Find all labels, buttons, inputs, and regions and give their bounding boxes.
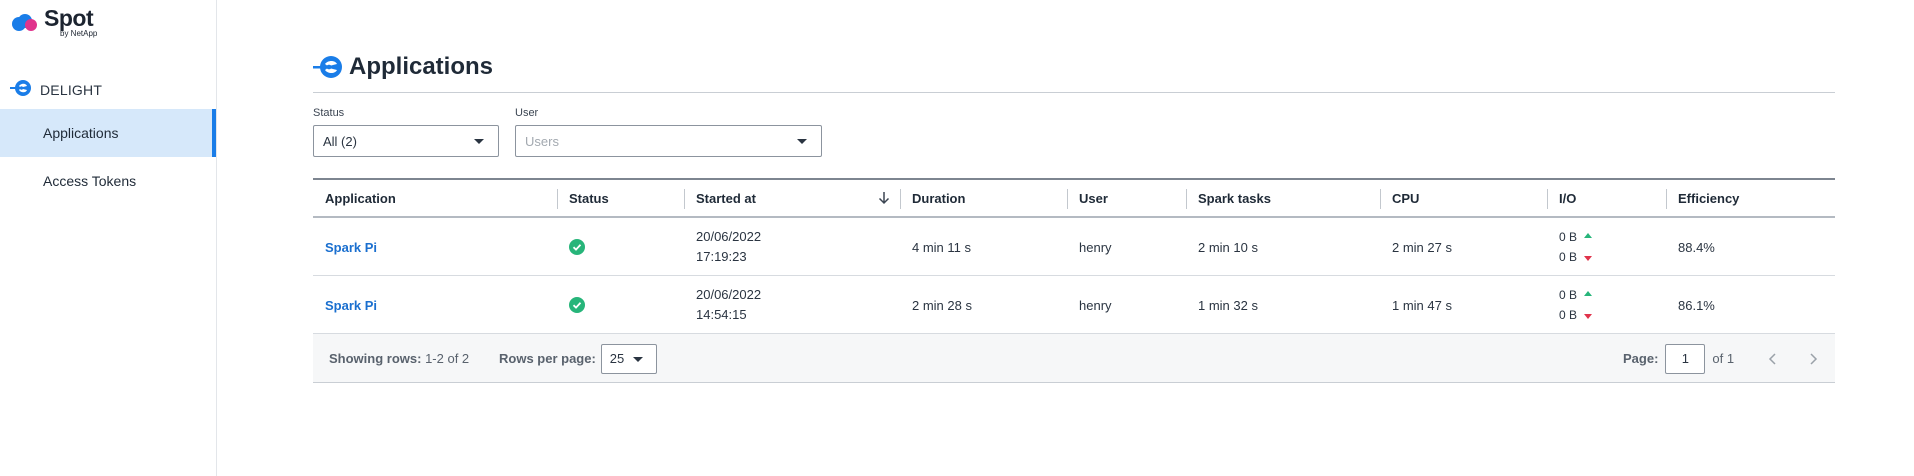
brand-name: Spot (44, 5, 94, 31)
user-filter: User Users (515, 107, 822, 157)
cpu-cell: 1 min 47 s (1392, 297, 1452, 313)
rows-per-page-value: 25 (609, 351, 625, 366)
duration-cell: 2 min 28 s (912, 297, 972, 313)
efficiency-cell: 86.1% (1678, 297, 1715, 313)
user-filter-label: User (515, 107, 539, 119)
spot-logo-icon (10, 12, 40, 34)
started-time: 17:19:23 (696, 249, 747, 264)
check-circle-icon (569, 297, 585, 313)
started-at-cell: 20/06/2022 14:54:15 (684, 276, 761, 334)
started-time: 14:54:15 (696, 307, 747, 322)
section-label: DELIGHT (40, 81, 103, 98)
status-select[interactable]: All (2) (313, 125, 499, 157)
application-link[interactable]: Spark Pi (325, 298, 377, 313)
rows-per-page: Rows per page: 25 (499, 334, 657, 383)
io-in-value: 0 B (1559, 288, 1578, 302)
sidebar-item-applications[interactable]: Applications (0, 109, 216, 157)
page-header: Applications (313, 52, 1835, 93)
column-header-cpu[interactable]: CPU (1380, 180, 1419, 216)
arrow-down-icon (1584, 313, 1593, 319)
column-header-application[interactable]: Application (313, 180, 396, 216)
user-cell: henry (1079, 297, 1112, 313)
chevron-down-icon (632, 356, 643, 362)
column-header-user[interactable]: User (1067, 180, 1108, 216)
showing-rows-label: Showing rows: (329, 351, 422, 366)
spark-tasks-cell: 2 min 10 s (1198, 239, 1258, 255)
applications-icon (313, 54, 343, 85)
sidebar-item-label: Applications (43, 125, 119, 141)
column-header-efficiency[interactable]: Efficiency (1666, 180, 1739, 216)
application-cell: Spark Pi (313, 276, 377, 334)
spot-logo[interactable]: Spot by NetApp (10, 6, 97, 42)
applications-table: Application Status Started at Duration U… (313, 178, 1835, 383)
status-cell (557, 218, 585, 276)
showing-rows-value: 1-2 of 2 (425, 351, 470, 366)
io-cell: 0 B 0 B (1547, 276, 1593, 334)
table-row[interactable]: Spark Pi 20/06/2022 17:19:23 4 min 11 s … (313, 218, 1835, 276)
sidebar-item-label: Access Tokens (43, 173, 137, 189)
status-select-value: All (2) (323, 133, 357, 149)
arrow-up-icon (1584, 233, 1593, 238)
sidebar: Spot by NetApp DELIGHT Applications Acce… (0, 0, 217, 476)
page-title: Applications (349, 53, 494, 80)
arrow-down-icon (1584, 255, 1593, 261)
user-select[interactable]: Users (515, 125, 822, 157)
status-cell (557, 276, 585, 334)
table-header: Application Status Started at Duration U… (313, 178, 1835, 218)
io-cell: 0 B 0 B (1547, 218, 1593, 276)
column-header-duration[interactable]: Duration (900, 180, 965, 216)
chevron-down-icon (474, 139, 484, 144)
sidebar-item-access-tokens[interactable]: Access Tokens (0, 157, 216, 205)
status-filter-label: Status (313, 107, 345, 119)
started-at-cell: 20/06/2022 17:19:23 (684, 218, 761, 276)
rows-per-page-label: Rows per page: (499, 351, 596, 366)
column-header-started-at[interactable]: Started at (684, 180, 900, 216)
application-link[interactable]: Spark Pi (325, 240, 377, 255)
column-header-io[interactable]: I/O (1547, 180, 1576, 216)
user-cell: henry (1079, 239, 1112, 255)
chevron-left-icon[interactable] (1767, 352, 1779, 366)
check-circle-icon (569, 239, 585, 255)
rows-per-page-select[interactable]: 25 (600, 343, 657, 374)
started-date: 20/06/2022 (696, 287, 762, 302)
chevron-down-icon (797, 139, 807, 144)
io-out-value: 0 B (1559, 250, 1578, 264)
column-header-spark-tasks[interactable]: Spark tasks (1186, 180, 1271, 216)
pagination: Page: 1 of 1 (1623, 334, 1734, 383)
cpu-cell: 2 min 27 s (1392, 239, 1452, 255)
page-input[interactable]: 1 (1665, 343, 1706, 374)
user-select-placeholder: Users (525, 133, 559, 149)
brand-sub: by NetApp (60, 29, 98, 38)
showing-rows: Showing rows: 1-2 of 2 (329, 334, 469, 383)
efficiency-cell: 88.4% (1678, 239, 1715, 255)
page-total: of 1 (1712, 351, 1735, 366)
column-header-status[interactable]: Status (557, 180, 609, 216)
table-footer: Showing rows: 1-2 of 2 Rows per page: 25… (313, 334, 1835, 383)
status-filter: Status All (2) (313, 107, 499, 157)
table-row[interactable]: Spark Pi 20/06/2022 14:54:15 2 min 28 s … (313, 276, 1835, 334)
started-date: 20/06/2022 (696, 229, 762, 244)
sort-down-icon[interactable] (877, 190, 891, 206)
chevron-right-icon[interactable] (1807, 352, 1819, 366)
application-cell: Spark Pi (313, 218, 377, 276)
io-out-value: 0 B (1559, 308, 1578, 322)
delight-icon (10, 78, 32, 101)
arrow-up-icon (1584, 291, 1593, 296)
io-in-value: 0 B (1559, 230, 1578, 244)
duration-cell: 4 min 11 s (912, 239, 972, 255)
page-label: Page: (1623, 351, 1659, 366)
spark-tasks-cell: 1 min 32 s (1198, 297, 1258, 313)
section-header-delight: DELIGHT (10, 78, 102, 101)
